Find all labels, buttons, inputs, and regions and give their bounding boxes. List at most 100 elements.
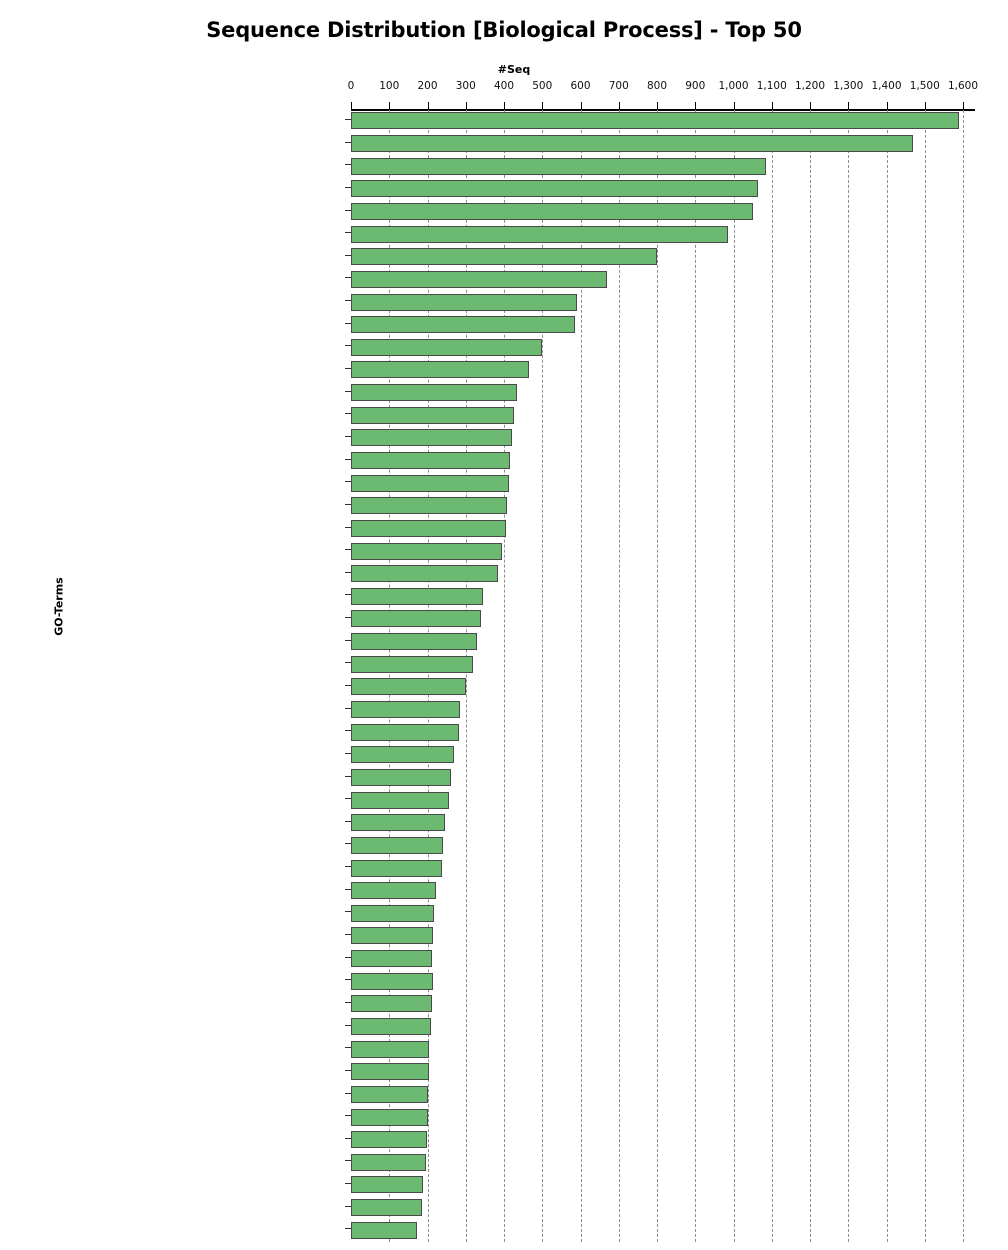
- bar-row[interactable]: cellular protein modification process: [345, 1174, 963, 1197]
- bar-row[interactable]: single-organism metabolic process: [345, 314, 963, 337]
- bar[interactable]: [351, 814, 445, 832]
- bar-row[interactable]: oxidation-reduction process: [345, 1038, 963, 1061]
- bar[interactable]: [351, 316, 575, 334]
- bar[interactable]: [351, 995, 433, 1013]
- bar[interactable]: [351, 248, 657, 266]
- bar-row[interactable]: regulation of biological process: [345, 857, 963, 880]
- bar-row[interactable]: single-organism transport: [345, 1016, 963, 1039]
- bar[interactable]: [351, 1108, 428, 1126]
- bar[interactable]: [351, 791, 449, 809]
- bar[interactable]: [351, 859, 443, 877]
- bar[interactable]: [351, 451, 510, 469]
- bar-row[interactable]: regulation of cellular process: [345, 1151, 963, 1174]
- bar[interactable]: [351, 135, 914, 153]
- bar[interactable]: [351, 1153, 426, 1171]
- bar[interactable]: [351, 1017, 432, 1035]
- bar[interactable]: [351, 429, 512, 447]
- bar-row[interactable]: cellular protein metabolic process: [345, 563, 963, 586]
- bar-row[interactable]: gene expression: [345, 902, 963, 925]
- bar[interactable]: [351, 338, 543, 356]
- bar[interactable]: [351, 497, 508, 515]
- bar-row[interactable]: establishment of localization: [345, 631, 963, 654]
- bar[interactable]: [351, 474, 509, 492]
- bar[interactable]: [351, 950, 433, 968]
- bar-row[interactable]: protein modification process: [345, 1197, 963, 1220]
- bar[interactable]: [351, 655, 474, 673]
- bar[interactable]: [351, 1063, 429, 1081]
- bar[interactable]: [351, 202, 753, 220]
- bar-row[interactable]: cellular component organization: [345, 812, 963, 835]
- bar[interactable]: [351, 565, 499, 583]
- bar-row[interactable]: cellular nitrogen compound metabolic pro…: [345, 427, 963, 450]
- bar[interactable]: [351, 519, 506, 537]
- bar-row[interactable]: heterocycle metabolic process: [345, 495, 963, 518]
- bar-row[interactable]: single-organism biosynthetic process: [345, 948, 963, 971]
- bar-row[interactable]: primary metabolic process: [345, 223, 963, 246]
- bar-row[interactable]: single-organism process: [345, 155, 963, 178]
- bar-row[interactable]: metabolic process: [345, 110, 963, 133]
- bar-row[interactable]: phosphorus metabolic process: [345, 721, 963, 744]
- bar[interactable]: [351, 270, 608, 288]
- bar-row[interactable]: cellular biosynthetic process: [345, 450, 963, 473]
- bar-row[interactable]: organic substance metabolic process: [345, 201, 963, 224]
- bar[interactable]: [351, 836, 443, 854]
- bar[interactable]: [351, 1199, 423, 1217]
- bar-row[interactable]: single-organism localization: [345, 993, 963, 1016]
- bar[interactable]: [351, 1131, 427, 1149]
- bar-row[interactable]: cellular macromolecule biosynthetic proc…: [345, 925, 963, 948]
- bar-row[interactable]: single-organism cellular process: [345, 246, 963, 269]
- bar[interactable]: [351, 225, 728, 243]
- bar-row[interactable]: biological regulation: [345, 789, 963, 812]
- bar-row[interactable]: organic acid metabolic process: [345, 1061, 963, 1084]
- bar-row[interactable]: organic cyclic compound metabolic proces…: [345, 472, 963, 495]
- bar-row[interactable]: nucleobase-containing compound metabolic…: [345, 585, 963, 608]
- bar[interactable]: [351, 384, 518, 402]
- bar-row[interactable]: phosphate-containing compound metabolic …: [345, 699, 963, 722]
- bar[interactable]: [351, 633, 478, 651]
- bar[interactable]: [351, 112, 960, 130]
- bar-row[interactable]: cellular component organization or bioge…: [345, 744, 963, 767]
- bar[interactable]: [351, 361, 529, 379]
- bar[interactable]: [351, 542, 503, 560]
- bar[interactable]: [351, 927, 434, 945]
- bar-row[interactable]: localization: [345, 608, 963, 631]
- bar-row[interactable]: nitrogen compound metabolic process: [345, 336, 963, 359]
- bar-row[interactable]: organic substance biosynthetic process: [345, 404, 963, 427]
- bar-row[interactable]: macromolecule metabolic process: [345, 268, 963, 291]
- bar[interactable]: [351, 701, 460, 719]
- bar[interactable]: [351, 1085, 428, 1103]
- bar[interactable]: [351, 882, 436, 900]
- bar[interactable]: [351, 406, 514, 424]
- bar[interactable]: [351, 746, 455, 764]
- bar[interactable]: [351, 610, 482, 628]
- bar-row[interactable]: carboxylic acid metabolic process: [345, 1129, 963, 1152]
- bar[interactable]: [351, 1176, 423, 1194]
- bar[interactable]: [351, 587, 483, 605]
- bar-row[interactable]: cellular process: [345, 133, 963, 156]
- bar-row[interactable]: organonitrogen compound metabolic proces…: [345, 834, 963, 857]
- bar[interactable]: [351, 1221, 418, 1239]
- bar-row[interactable]: cellular metabolic process: [345, 178, 963, 201]
- bar[interactable]: [351, 678, 466, 696]
- bar[interactable]: [351, 768, 452, 786]
- bar-row[interactable]: biosynthetic process: [345, 359, 963, 382]
- bar[interactable]: [351, 293, 577, 311]
- bar-row[interactable]: transport: [345, 653, 963, 676]
- bar[interactable]: [351, 723, 459, 741]
- bar-row[interactable]: nucleic acid metabolic process: [345, 767, 963, 790]
- bar-row[interactable]: cellular aromatic compound metabolic pro…: [345, 518, 963, 541]
- bar[interactable]: [351, 157, 766, 175]
- bar-row[interactable]: response to stress: [345, 970, 963, 993]
- bar-row[interactable]: response to stimulus: [345, 540, 963, 563]
- bar[interactable]: [351, 972, 434, 990]
- bar-row[interactable]: oxoacid metabolic process: [345, 1084, 963, 1107]
- bar-row[interactable]: protein metabolic process: [345, 382, 963, 405]
- bar-row[interactable]: cellular macromolecule metabolic process: [345, 291, 963, 314]
- bar-row[interactable]: phosphorylation: [345, 1219, 963, 1242]
- bar[interactable]: [351, 904, 435, 922]
- bar-row[interactable]: macromolecule modification: [345, 1106, 963, 1129]
- bar-row[interactable]: macromolecule biosynthetic process: [345, 880, 963, 903]
- bar-row[interactable]: small molecule metabolic process: [345, 676, 963, 699]
- bar[interactable]: [351, 1040, 430, 1058]
- bar[interactable]: [351, 180, 759, 198]
